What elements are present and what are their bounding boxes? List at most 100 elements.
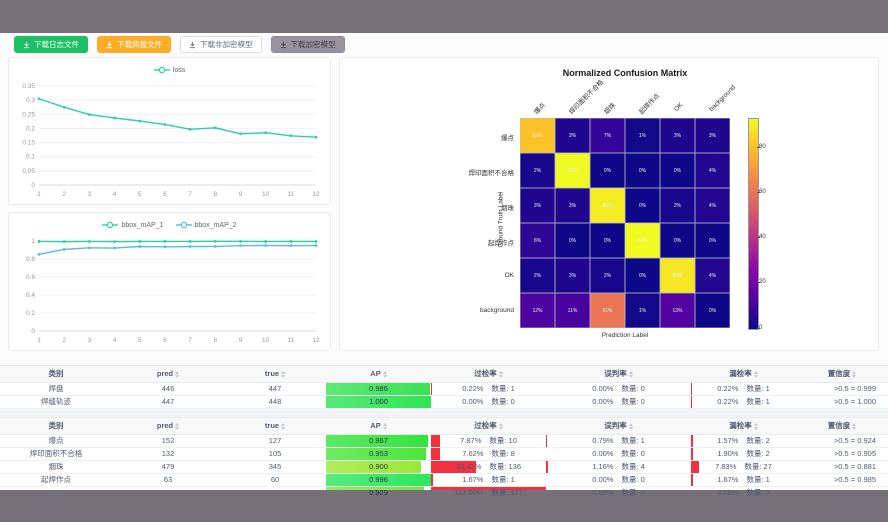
- col-header-true[interactable]: true: [224, 418, 326, 434]
- sort-icon[interactable]: [281, 371, 285, 378]
- rate-percent: 7.87%: [460, 435, 481, 447]
- sort-icon[interactable]: [754, 371, 758, 378]
- rate-values: 0.00%数量: 0: [546, 448, 691, 460]
- sort-asc-icon[interactable]: [852, 371, 856, 374]
- sort-icon[interactable]: [852, 423, 856, 430]
- download-log-file-button[interactable]: 下载日志文件: [14, 36, 88, 53]
- col-header-class: 类别: [0, 366, 112, 382]
- download-encrypted-model-button[interactable]: 下载加密模型: [271, 36, 345, 53]
- cm-cell: 3%: [555, 258, 590, 293]
- cell-misjudge-rate: 1.16%数量: 4: [546, 461, 691, 473]
- rate-percent: 0.00%: [717, 487, 738, 499]
- col-header-miss-rate[interactable]: 漏检率: [691, 418, 796, 434]
- col-header-misjudge-rate[interactable]: 误判率: [546, 418, 691, 434]
- cm-cell: 1%: [625, 118, 660, 153]
- sort-icon[interactable]: [175, 423, 179, 430]
- sort-icon[interactable]: [499, 371, 503, 378]
- rate-count: 数量: 0: [621, 474, 644, 486]
- svg-text:9: 9: [239, 337, 243, 344]
- sort-icon[interactable]: [754, 423, 758, 430]
- rate-percent: 39.42%: [456, 461, 481, 473]
- legend-item-bbox_mAP_1[interactable]: bbox_mAP_1: [102, 221, 163, 229]
- cm-cell: 0%: [660, 153, 695, 188]
- sort-desc-icon[interactable]: [499, 427, 503, 430]
- sort-asc-icon[interactable]: [383, 371, 387, 374]
- download-unencrypted-model-button[interactable]: 下载非加密模型: [180, 36, 262, 53]
- sort-desc-icon[interactable]: [175, 375, 179, 378]
- sort-icon[interactable]: [383, 423, 387, 430]
- cell-ap: 0.929: [326, 487, 431, 499]
- col-header-confidence[interactable]: 置信度: [796, 418, 888, 434]
- sort-asc-icon[interactable]: [499, 423, 503, 426]
- sort-desc-icon[interactable]: [754, 427, 758, 430]
- sort-asc-icon[interactable]: [852, 423, 856, 426]
- col-header-label: 类别: [49, 366, 64, 382]
- rate-percent: 1.90%: [717, 448, 738, 460]
- sort-icon[interactable]: [852, 371, 856, 378]
- cm-cell: 3%: [555, 118, 590, 153]
- sort-desc-icon[interactable]: [852, 375, 856, 378]
- cm-cell: 2%: [520, 258, 555, 293]
- sort-icon[interactable]: [281, 423, 285, 430]
- sort-desc-icon[interactable]: [499, 375, 503, 378]
- sort-asc-icon[interactable]: [754, 371, 758, 374]
- legend-item-bbox_mAP_2[interactable]: bbox_mAP_2: [176, 221, 237, 229]
- cell-pred: 132: [112, 448, 224, 460]
- cell-ap: 1.000: [326, 396, 431, 408]
- col-header-label: pred: [157, 418, 173, 434]
- col-header-pred[interactable]: pred: [112, 418, 224, 434]
- sort-icon[interactable]: [499, 423, 503, 430]
- sort-desc-icon[interactable]: [281, 427, 285, 430]
- svg-text:0.35: 0.35: [22, 83, 35, 90]
- sort-desc-icon[interactable]: [175, 427, 179, 430]
- sort-asc-icon[interactable]: [754, 423, 758, 426]
- sort-asc-icon[interactable]: [383, 423, 387, 426]
- sort-desc-icon[interactable]: [383, 427, 387, 430]
- rate-values: 1.57%数量: 2: [691, 435, 796, 447]
- col-header-misjudge-rate[interactable]: 误判率: [546, 366, 691, 382]
- col-header-miss-rate[interactable]: 漏检率: [691, 366, 796, 382]
- rate-count: 数量: 8: [491, 448, 514, 460]
- svg-text:8: 8: [213, 191, 217, 198]
- sort-asc-icon[interactable]: [175, 423, 179, 426]
- sort-desc-icon[interactable]: [383, 375, 387, 378]
- ap-text: 0.953: [369, 448, 388, 460]
- cm-cell: 0%: [555, 223, 590, 258]
- svg-text:5: 5: [138, 337, 142, 344]
- sort-asc-icon[interactable]: [629, 423, 633, 426]
- legend-item-loss[interactable]: loss: [154, 66, 185, 74]
- sort-icon[interactable]: [175, 371, 179, 378]
- col-header-over-rate[interactable]: 过检率: [431, 418, 546, 434]
- col-header-true[interactable]: true: [224, 366, 326, 382]
- sort-asc-icon[interactable]: [175, 371, 179, 374]
- cm-cell: 3%: [660, 118, 695, 153]
- ap-value: 0.996: [326, 474, 431, 486]
- sort-desc-icon[interactable]: [629, 427, 633, 430]
- col-header-ap[interactable]: AP: [326, 366, 431, 382]
- sort-asc-icon[interactable]: [281, 423, 285, 426]
- sort-desc-icon[interactable]: [754, 375, 758, 378]
- sort-asc-icon[interactable]: [281, 371, 285, 374]
- cm-cell: 7%: [590, 118, 625, 153]
- col-header-label: pred: [157, 366, 173, 382]
- sort-icon[interactable]: [629, 423, 633, 430]
- sort-asc-icon[interactable]: [629, 371, 633, 374]
- sort-icon[interactable]: [629, 371, 633, 378]
- ap-text: 0.967: [369, 435, 388, 447]
- sort-icon[interactable]: [383, 371, 387, 378]
- col-header-ap[interactable]: AP: [326, 418, 431, 434]
- col-header-confidence[interactable]: 置信度: [796, 366, 888, 382]
- sort-asc-icon[interactable]: [499, 371, 503, 374]
- cm-col-label: background: [708, 84, 737, 113]
- cell-miss-rate: 0.22%数量: 1: [691, 396, 796, 408]
- sort-desc-icon[interactable]: [281, 375, 285, 378]
- download-report-file-button[interactable]: 下载简报文件: [97, 36, 171, 53]
- col-header-pred[interactable]: pred: [112, 366, 224, 382]
- sort-desc-icon[interactable]: [852, 427, 856, 430]
- col-header-over-rate[interactable]: 过检率: [431, 366, 546, 382]
- cm-cell: 2%: [590, 258, 625, 293]
- sort-desc-icon[interactable]: [629, 375, 633, 378]
- cell-true: 105: [224, 448, 326, 460]
- cell-miss-rate: 1.57%数量: 2: [691, 435, 796, 447]
- map-chart-legend: bbox_mAP_1 bbox_mAP_2: [9, 216, 330, 234]
